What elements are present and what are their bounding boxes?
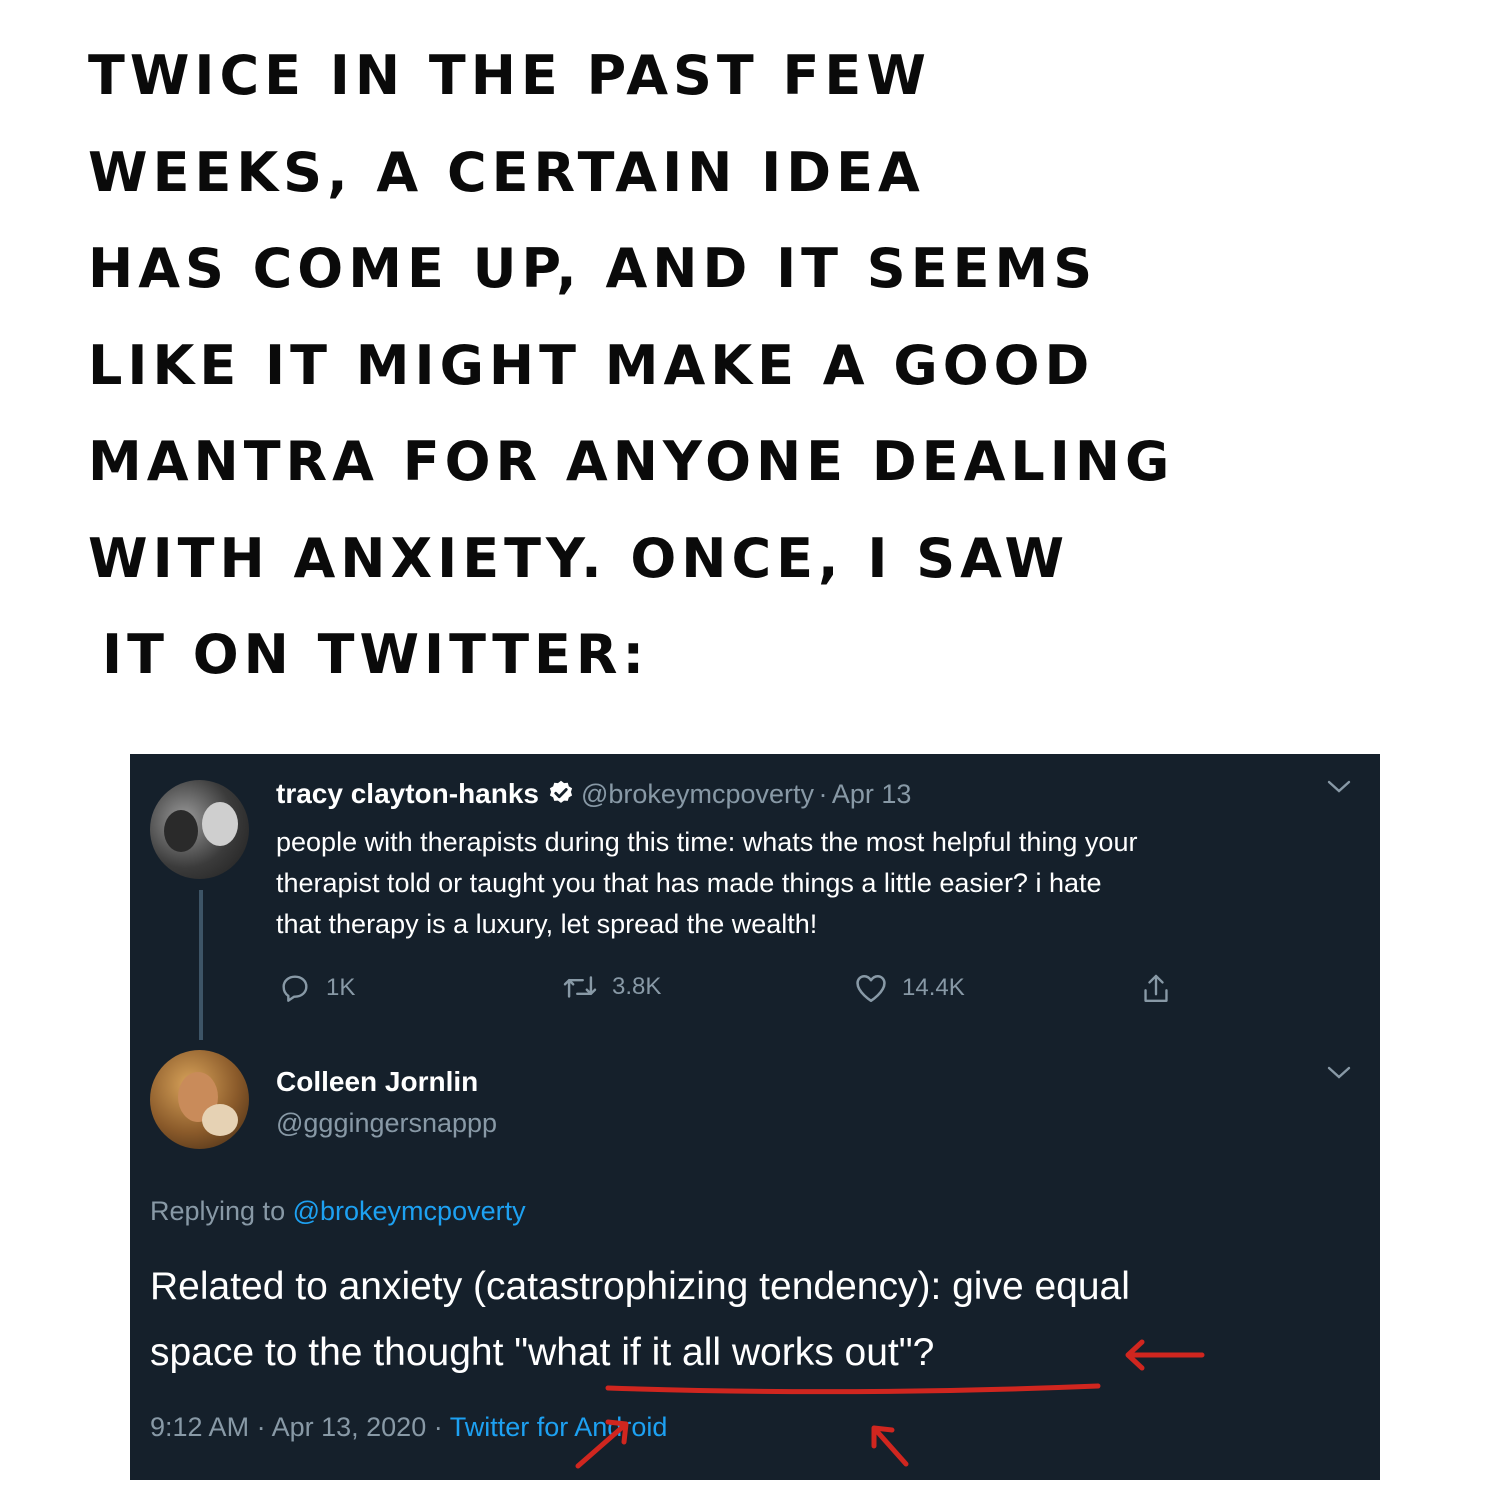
caption-line: IT ON TWITTER:: [102, 623, 650, 686]
caption-line: WITH ANXIETY. ONCE, I SAW: [88, 526, 1070, 590]
tweet-thread-screenshot: tracy clayton-hanks @brokeymcpoverty · Ap…: [130, 754, 1380, 1480]
red-arrow-up-left: [575, 1419, 629, 1469]
red-underline: [605, 1383, 1101, 1395]
caption-line: WEEKS, A CERTAIN IDEA: [88, 140, 925, 204]
red-arrow-right: [1125, 1339, 1205, 1371]
caption-line: LIKE IT MIGHT MAKE A GOOD: [88, 333, 1095, 397]
red-arrow-up: [871, 1425, 909, 1467]
red-annotation-marks: [575, 1339, 1205, 1469]
handwritten-caption: TWICE IN THE PAST FEW WEEKS, A CERTAIN I…: [88, 28, 1448, 704]
caption-line: MANTRA FOR ANYONE DEALING: [88, 430, 1175, 493]
caption-line: TWICE IN THE PAST FEW: [88, 44, 931, 107]
caption-line: HAS COME UP, AND IT SEEMS: [88, 237, 1098, 300]
